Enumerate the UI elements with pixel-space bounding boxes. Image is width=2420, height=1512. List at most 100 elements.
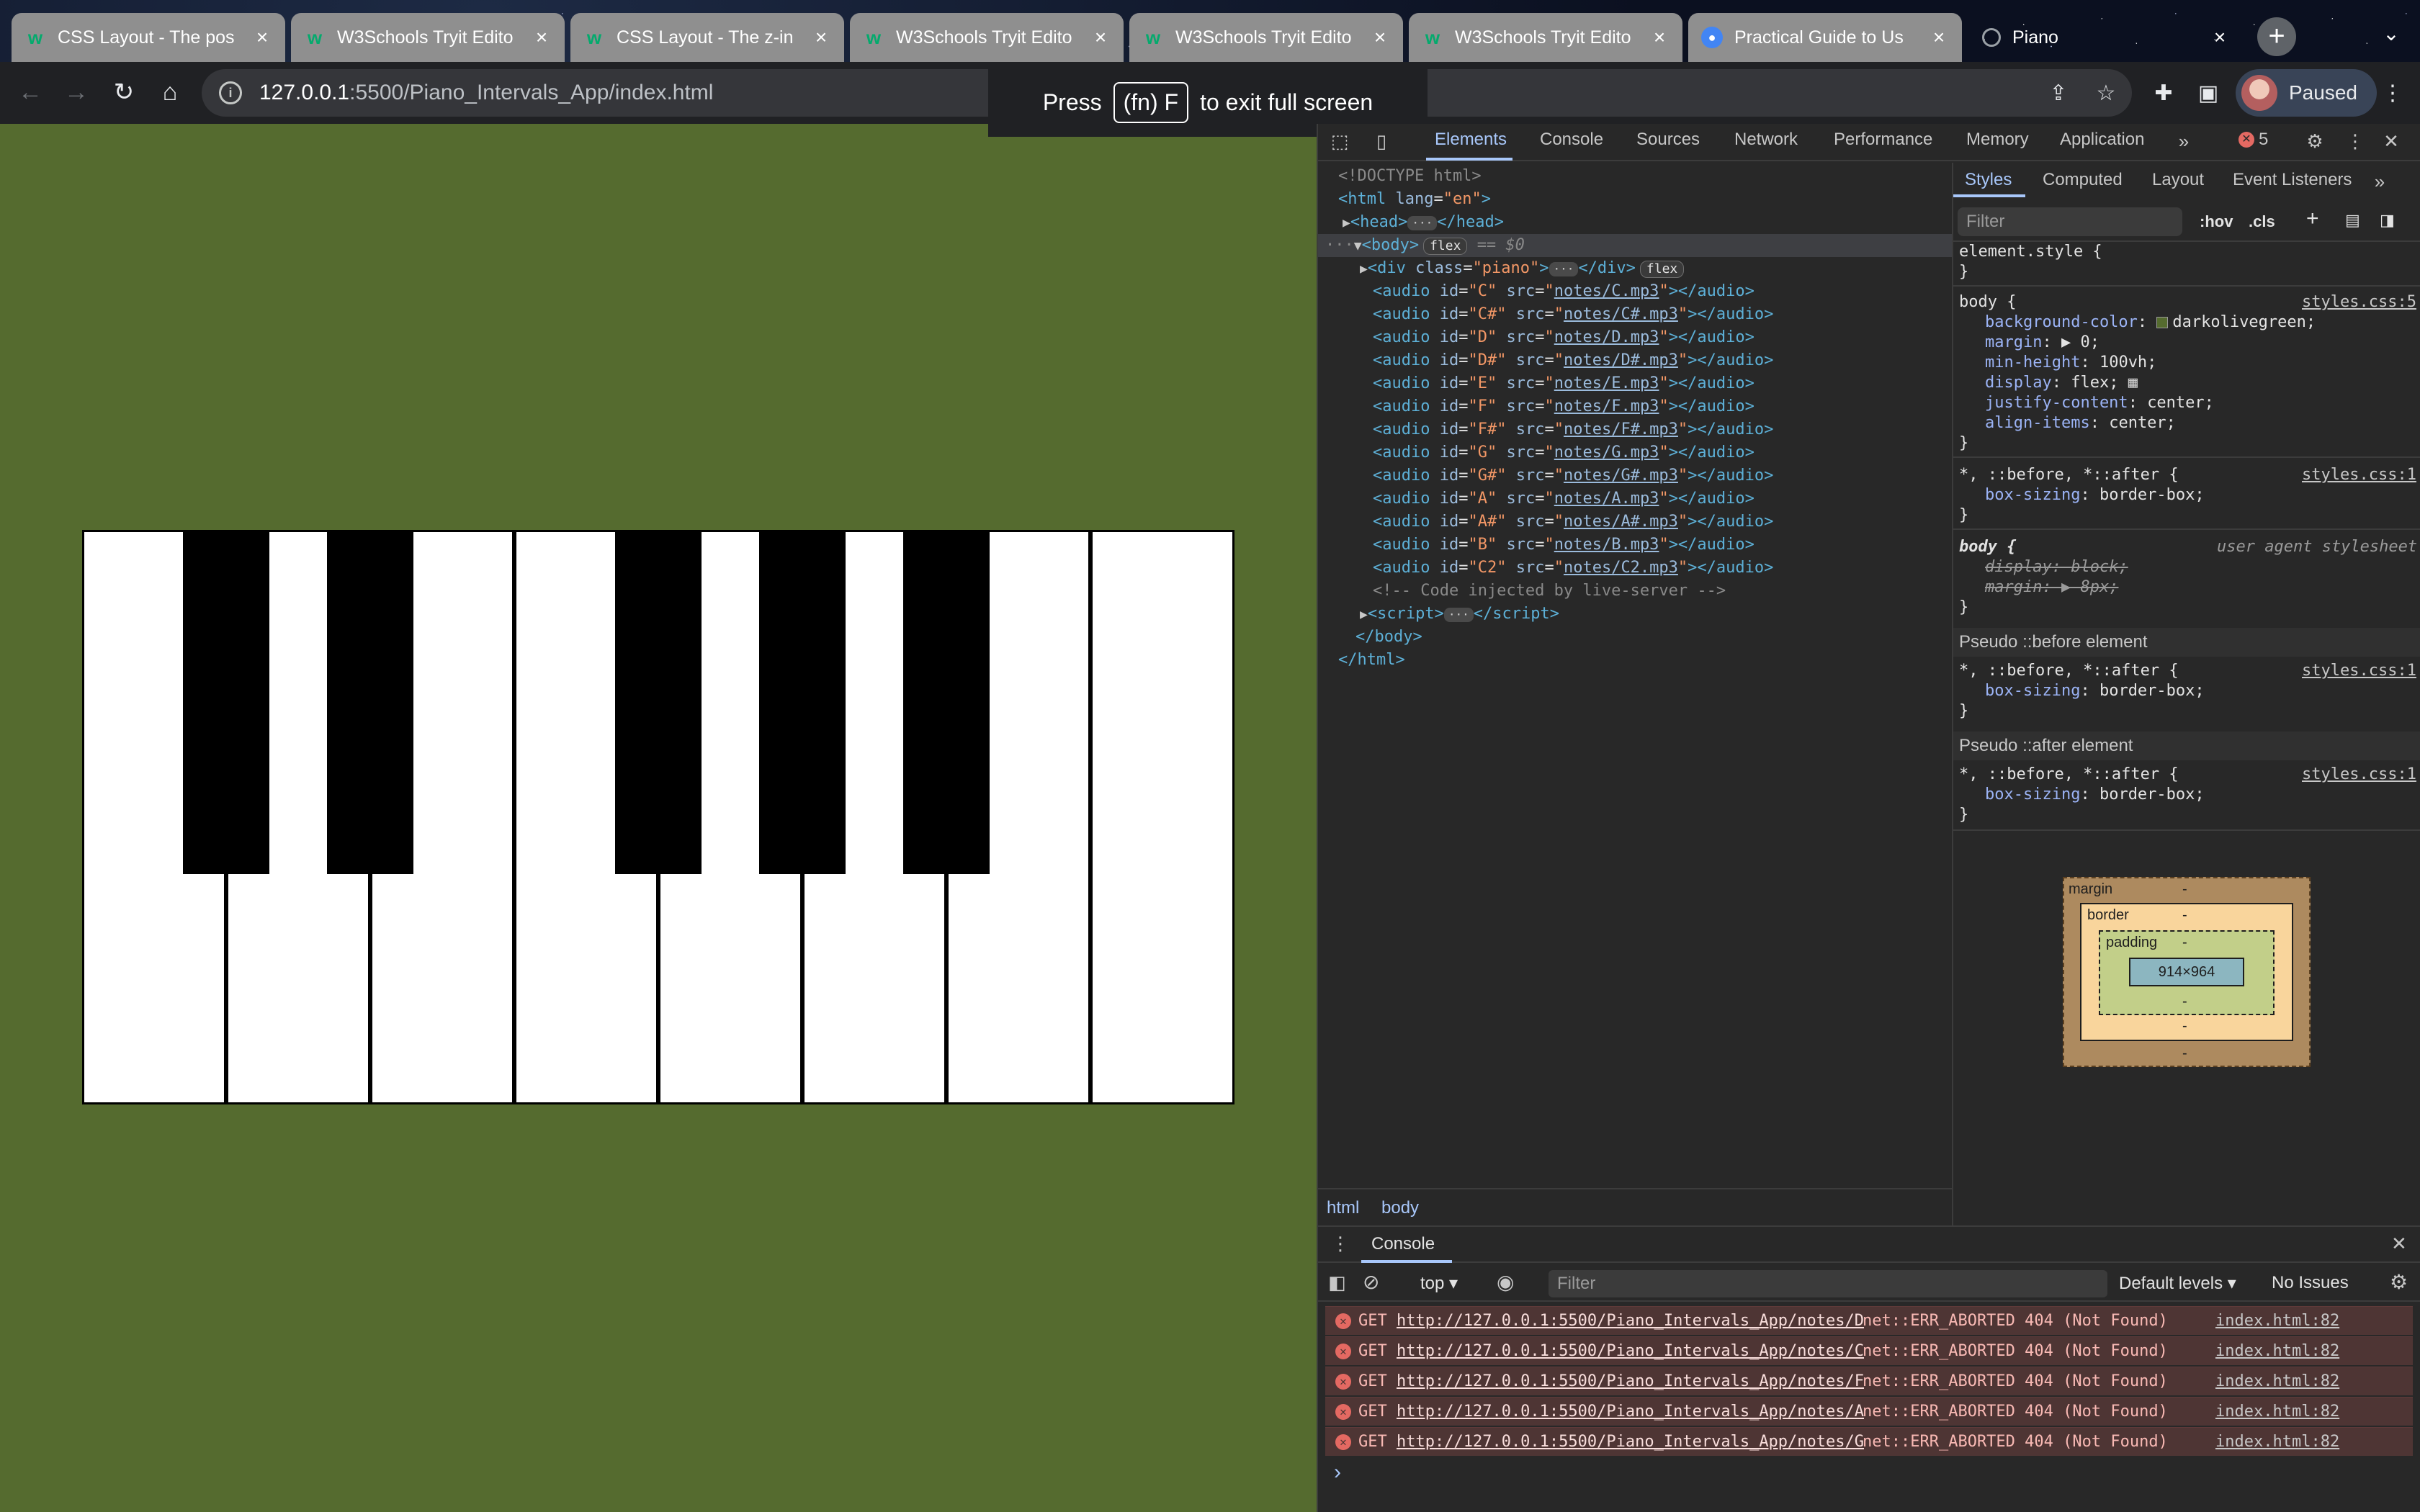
- src-link[interactable]: notes/C2.mp3: [1564, 559, 1678, 577]
- rule-source-link[interactable]: styles.css:1: [2302, 765, 2416, 785]
- dom-audio-node[interactable]: <audio id="C#" src="notes/C#.mp3"></audi…: [1373, 303, 1773, 326]
- request-url[interactable]: http://127.0.0.1:5500/Piano_Intervals_Ap…: [1397, 1312, 1864, 1330]
- context-selector[interactable]: top ▾: [1420, 1273, 1458, 1294]
- dom-audio-node[interactable]: <audio id="C" src="notes/C.mp3"></audio>: [1373, 280, 1754, 303]
- console-error-row[interactable]: ✕ GET http://127.0.0.1:5500/Piano_Interva…: [1325, 1427, 2413, 1456]
- black-key-c-sharp[interactable]: [183, 530, 269, 874]
- src-link[interactable]: notes/A#.mp3: [1564, 513, 1678, 531]
- src-link[interactable]: notes/F.mp3: [1554, 397, 1659, 415]
- tab-search-icon[interactable]: ⌄: [2377, 22, 2406, 50]
- src-link[interactable]: notes/D.mp3: [1554, 328, 1659, 346]
- rule-selector[interactable]: *, ::before, *::after {: [1959, 765, 2179, 785]
- black-key-f-sharp[interactable]: [615, 530, 702, 874]
- css-declaration[interactable]: box-sizing: border-box;: [1985, 681, 2205, 701]
- dom-audio-node[interactable]: <audio id="D" src="notes/D.mp3"></audio>: [1373, 326, 1754, 349]
- new-tab-button[interactable]: +: [2257, 17, 2296, 56]
- dom-audio-node[interactable]: <audio id="D#" src="notes/D#.mp3"></audi…: [1373, 349, 1773, 372]
- url-text[interactable]: 127.0.0.1:5500/Piano_Intervals_App/index…: [259, 81, 713, 105]
- src-link[interactable]: notes/D#.mp3: [1564, 351, 1678, 369]
- settings-icon[interactable]: ⚙: [2302, 128, 2328, 154]
- dom-html-close[interactable]: </html>: [1338, 649, 1405, 672]
- dom-body-node-selected[interactable]: ···▼<body> flex == $0: [1318, 234, 1952, 257]
- dom-comment[interactable]: <!-- Code injected by live-server -->: [1373, 580, 1726, 603]
- close-icon[interactable]: ×: [1649, 26, 1670, 49]
- browser-tab[interactable]: w W3Schools Tryit Edito ×: [1409, 13, 1682, 62]
- tab-memory[interactable]: Memory: [1966, 130, 2029, 150]
- src-link[interactable]: notes/G.mp3: [1554, 444, 1659, 462]
- more-tabs-icon[interactable]: »: [2171, 128, 2197, 154]
- css-declaration[interactable]: background-color: darkolivegreen;: [1985, 312, 2316, 333]
- request-url[interactable]: http://127.0.0.1:5500/Piano_Intervals_Ap…: [1397, 1342, 1864, 1360]
- ellipsis-icon[interactable]: ···: [1407, 216, 1438, 230]
- rule-selector[interactable]: *, ::before, *::after {: [1959, 661, 2179, 681]
- dom-audio-node[interactable]: <audio id="G" src="notes/G.mp3"></audio>: [1373, 441, 1754, 464]
- console-error-row[interactable]: ✕ GET http://127.0.0.1:5500/Piano_Interva…: [1325, 1397, 2413, 1426]
- black-key-d-sharp[interactable]: [327, 530, 413, 874]
- log-levels-dropdown[interactable]: Default levels ▾: [2119, 1273, 2236, 1294]
- black-key-g-sharp[interactable]: [759, 530, 846, 874]
- rule-source-link[interactable]: styles.css:1: [2302, 465, 2416, 485]
- browser-tab[interactable]: w CSS Layout - The z-in ×: [570, 13, 844, 62]
- back-icon[interactable]: ←: [14, 76, 46, 108]
- console-error-row[interactable]: ✕ GET http://127.0.0.1:5500/Piano_Interva…: [1325, 1367, 2413, 1395]
- expand-triangle-icon[interactable]: ▶: [1360, 261, 1368, 276]
- close-icon[interactable]: ×: [252, 26, 272, 49]
- device-toolbar-icon[interactable]: ▯: [1368, 128, 1394, 154]
- css-declaration[interactable]: display: flex; ▦: [1985, 373, 2138, 393]
- dom-audio-node[interactable]: <audio id="G#" src="notes/G#.mp3"></audi…: [1373, 464, 1773, 487]
- inspect-element-icon[interactable]: ⬚: [1327, 128, 1353, 154]
- tab-event-listeners[interactable]: Event Listeners: [2233, 170, 2352, 190]
- breadcrumb-html[interactable]: html: [1327, 1198, 1359, 1218]
- console-error-row[interactable]: ✕ GET http://127.0.0.1:5500/Piano_Interva…: [1325, 1306, 2413, 1335]
- rule-source-link[interactable]: styles.css:1: [2302, 661, 2416, 681]
- tab-elements[interactable]: Elements: [1435, 130, 1507, 150]
- src-link[interactable]: notes/A.mp3: [1554, 490, 1659, 508]
- dom-audio-node[interactable]: <audio id="A#" src="notes/A#.mp3"></audi…: [1373, 510, 1773, 534]
- dom-script-node[interactable]: ▶<script> ··· </script>: [1360, 603, 1559, 626]
- dom-audio-node[interactable]: <audio id="B" src="notes/B.mp3"></audio>: [1373, 534, 1754, 557]
- css-declaration[interactable]: align-items: center;: [1985, 413, 2176, 433]
- error-count-badge[interactable]: ✕ 5: [2238, 130, 2268, 150]
- rule-selector[interactable]: body {: [1959, 292, 2016, 312]
- css-declaration-overridden[interactable]: margin: ▶ 8px;: [1985, 577, 2118, 598]
- browser-tab[interactable]: ● Practical Guide to Us ×: [1688, 13, 1962, 62]
- source-link[interactable]: index.html:82: [2215, 1428, 2339, 1457]
- tab-network[interactable]: Network: [1734, 130, 1798, 150]
- request-url[interactable]: http://127.0.0.1:5500/Piano_Intervals_Ap…: [1397, 1403, 1864, 1421]
- styles-filter-input[interactable]: Filter: [1958, 207, 2182, 236]
- css-declaration[interactable]: box-sizing: border-box;: [1985, 785, 2205, 805]
- expand-triangle-icon[interactable]: ▶: [1360, 607, 1368, 622]
- eye-icon[interactable]: ◉: [1497, 1270, 1514, 1294]
- box-model-content[interactable]: 914×964: [2129, 958, 2244, 986]
- source-link[interactable]: index.html:82: [2215, 1307, 2339, 1336]
- source-link[interactable]: index.html:82: [2215, 1367, 2339, 1396]
- css-declaration[interactable]: margin: ▶ 0;: [1985, 333, 2099, 353]
- side-panel-icon[interactable]: ▣: [2192, 78, 2224, 109]
- tab-styles[interactable]: Styles: [1965, 170, 2012, 190]
- dom-doctype[interactable]: <!DOCTYPE html>: [1338, 165, 1482, 188]
- console-error-row[interactable]: ✕ GET http://127.0.0.1:5500/Piano_Interva…: [1325, 1336, 2413, 1365]
- browser-tab[interactable]: w W3Schools Tryit Edito ×: [1129, 13, 1403, 62]
- flex-badge[interactable]: flex: [1639, 261, 1685, 278]
- css-declaration[interactable]: min-height: 100vh;: [1985, 353, 2156, 373]
- css-declaration[interactable]: box-sizing: border-box;: [1985, 485, 2205, 505]
- css-declaration-overridden[interactable]: display: block;: [1985, 557, 2128, 577]
- close-icon[interactable]: ×: [811, 26, 831, 49]
- hov-toggle[interactable]: :hov: [2200, 212, 2233, 232]
- color-swatch[interactable]: [2156, 317, 2169, 328]
- request-url[interactable]: http://127.0.0.1:5500/Piano_Intervals_Ap…: [1397, 1433, 1864, 1451]
- drawer-menu-icon[interactable]: ⋮: [1331, 1233, 1350, 1255]
- reload-icon[interactable]: ↻: [108, 76, 140, 108]
- src-link[interactable]: notes/G#.mp3: [1564, 467, 1678, 485]
- home-icon[interactable]: ⌂: [154, 76, 186, 108]
- console-prompt[interactable]: ›: [1334, 1460, 1341, 1485]
- console-filter-input[interactable]: Filter: [1549, 1270, 2107, 1297]
- source-link[interactable]: index.html:82: [2215, 1337, 2339, 1366]
- src-link[interactable]: notes/F#.mp3: [1564, 420, 1678, 438]
- rule-selector[interactable]: body {: [1959, 537, 2016, 557]
- site-info-icon[interactable]: i: [219, 81, 242, 104]
- dom-html-node[interactable]: <html lang="en">: [1338, 188, 1491, 211]
- bookmark-star-icon[interactable]: ☆: [2090, 78, 2122, 109]
- ellipsis-icon[interactable]: ···: [1443, 608, 1474, 622]
- src-link[interactable]: notes/C.mp3: [1554, 282, 1659, 300]
